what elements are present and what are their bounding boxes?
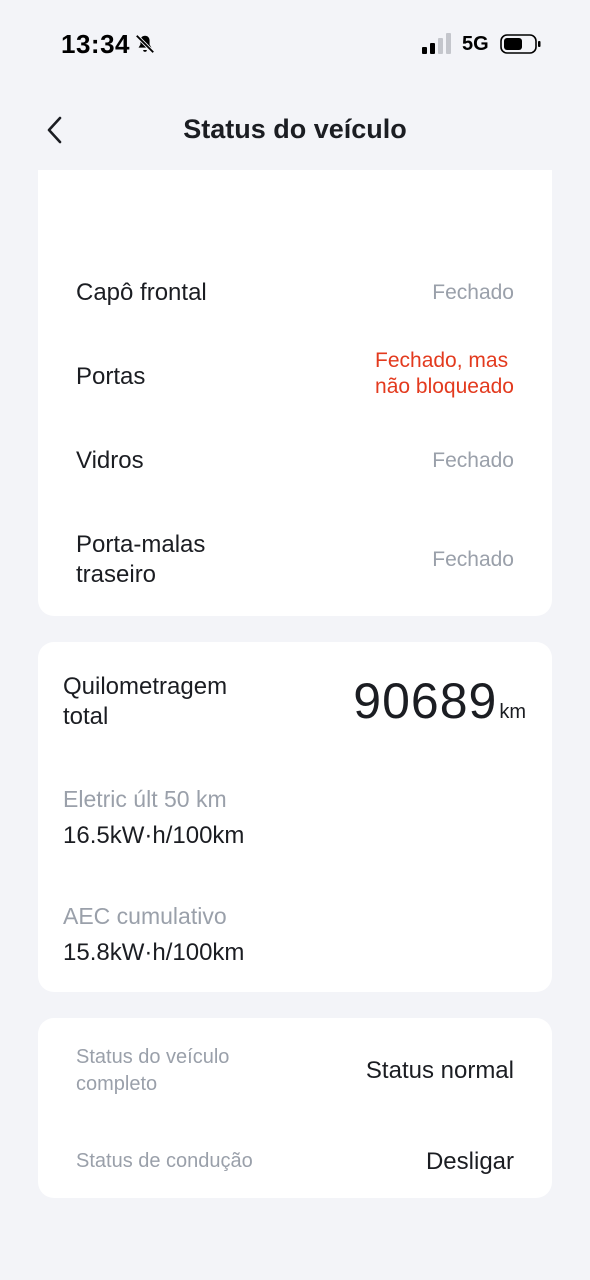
driving-status-label: Status de condução	[76, 1150, 253, 1172]
overall-status-value: Status normal	[365, 1057, 514, 1084]
closure-value-warning: Fechado, mas não bloqueado	[375, 348, 514, 400]
overall-status-label-line: Status do veículo	[76, 1046, 230, 1068]
odometer-value: 90689 km	[353, 672, 526, 730]
closure-label-line: traseiro	[76, 561, 157, 588]
closure-value: Fechado	[432, 548, 514, 571]
signal-icon	[422, 33, 451, 54]
cumulative-consumption-value: 15.8kW·h/100km	[63, 939, 245, 966]
closure-label-line: Porta-malas	[76, 531, 206, 558]
odometer-label-line: Quilometragem	[63, 673, 228, 700]
mileage-card: Quilometragem total 90689 km Eletric últ…	[38, 642, 552, 992]
page-title: Status do veículo	[183, 114, 407, 144]
recent-consumption-label: Eletric últ 50 km	[63, 786, 227, 812]
odometer-number: 90689	[353, 673, 498, 729]
nav-header: Status do veículo	[0, 100, 590, 160]
closure-value-line: não bloqueado	[375, 375, 514, 398]
closure-label: Capô frontal	[76, 279, 207, 306]
vehicle-status-card: Status do veículo completo Status normal…	[38, 1018, 552, 1198]
closure-value: Fechado	[432, 281, 514, 304]
bell-muted-icon	[135, 34, 155, 54]
overall-status-label-line: completo	[76, 1073, 158, 1095]
recent-consumption-value: 16.5kW·h/100km	[63, 822, 245, 849]
odometer-label-line: total	[63, 703, 109, 730]
closure-label: Porta-malas traseiro	[76, 530, 205, 590]
closure-label: Portas	[76, 363, 146, 390]
odometer-unit: km	[499, 701, 526, 723]
closures-card: Capô frontal Fechado Portas Fechado, mas…	[38, 170, 552, 616]
driving-status-value: Desligar	[425, 1148, 514, 1175]
clock: 13:34	[61, 29, 130, 59]
closure-label: Vidros	[76, 447, 144, 474]
cumulative-consumption-label: AEC cumulativo	[63, 903, 227, 929]
battery-icon	[500, 34, 541, 54]
odometer-label: Quilometragem total	[63, 672, 263, 732]
closure-value-line: Fechado, mas	[375, 349, 509, 372]
status-bar: 13:34 5G	[0, 0, 590, 90]
closure-value: Fechado	[432, 449, 514, 472]
network-type: 5G	[462, 33, 489, 55]
overall-status-label: Status do veículo completo	[76, 1044, 229, 1098]
